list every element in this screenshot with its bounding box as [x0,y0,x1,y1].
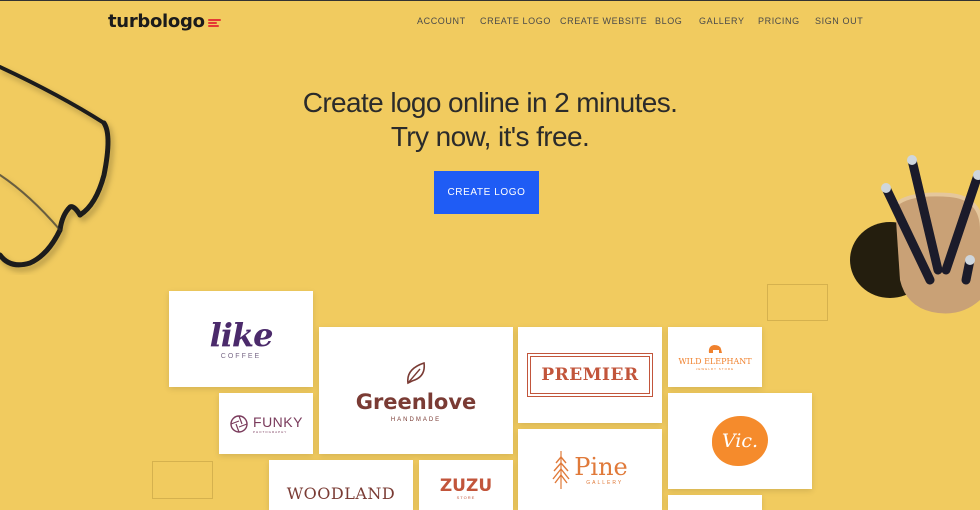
logo-title: Greenlove [355,389,477,414]
leaf-icon [407,361,426,384]
logo-card-woodland[interactable]: WOODLAND [269,460,413,510]
logo-title: WOODLAND [286,484,396,503]
elephant-icon [708,345,722,353]
logo-title: Vic. [712,416,768,466]
logo-title: like [209,316,274,354]
hero-line-2: Try now, it's free. [390,121,590,152]
logo-subtitle: JEWELRY STORE [695,367,735,371]
logo-card-zuzu[interactable]: ZUZU STORE [419,460,513,510]
logo-card-greenlove[interactable]: Greenlove HANDMADE [319,327,513,454]
premier-frame: PREMIER [527,353,653,397]
logo-card-like[interactable]: like COFFEE [169,291,313,387]
logo-title: Pine [574,452,628,481]
nav-blog[interactable]: BLOG [655,16,699,26]
logo-card-funky[interactable]: FUNKY PHOTOGRAPHY [219,393,313,454]
speed-lines-icon [207,17,222,27]
logo-card-partial[interactable] [668,495,762,510]
logo-card-wild-elephant[interactable]: WILD ELEPHANT JEWELRY STORE [668,327,762,387]
pine-text: Pine GALLERY [574,454,627,486]
logo-title: FUNKY [253,413,303,430]
placeholder-outline [152,461,213,499]
logo-title: ZUZU [439,476,493,496]
main-nav: ACCOUNT CREATE LOGO CREATE WEBSITE BLOG … [417,16,865,26]
logo-title: PREMIER [530,356,650,394]
logo-subtitle: HANDMADE [390,416,442,423]
top-border [0,0,980,1]
pencil-cup-illustration [850,155,980,314]
logo-card-premier[interactable]: PREMIER [518,327,662,423]
logo-subtitle: GALLERY [586,479,624,486]
nav-gallery[interactable]: GALLERY [699,16,758,26]
hero-headline: Create logo online in 2 minutes. Try now… [0,86,980,154]
brand-logo[interactable]: turbologo [108,11,222,32]
brand-name: turbologo [108,11,205,32]
create-logo-button[interactable]: CREATE LOGO [434,171,539,214]
logo-subtitle: COFFEE [220,353,262,360]
funky-text: FUNKY PHOTOGRAPHY [253,414,303,434]
logo-subtitle: PHOTOGRAPHY [253,429,288,434]
nav-sign-out[interactable]: SIGN OUT [815,16,865,26]
logo-title: WILD ELEPHANT [678,357,752,366]
nav-create-website[interactable]: CREATE WEBSITE [560,16,655,26]
nav-account[interactable]: ACCOUNT [417,16,480,26]
nav-create-logo[interactable]: CREATE LOGO [480,16,560,26]
logo-card-pine[interactable]: Pine GALLERY [518,429,662,510]
aperture-icon [230,414,248,433]
placeholder-outline [767,284,828,321]
logo-card-vic[interactable]: Vic. [668,393,812,489]
logo-subtitle: STORE [456,495,476,500]
hero-line-1: Create logo online in 2 minutes. [302,87,678,118]
pine-tree-icon [552,450,570,489]
nav-pricing[interactable]: PRICING [758,16,815,26]
